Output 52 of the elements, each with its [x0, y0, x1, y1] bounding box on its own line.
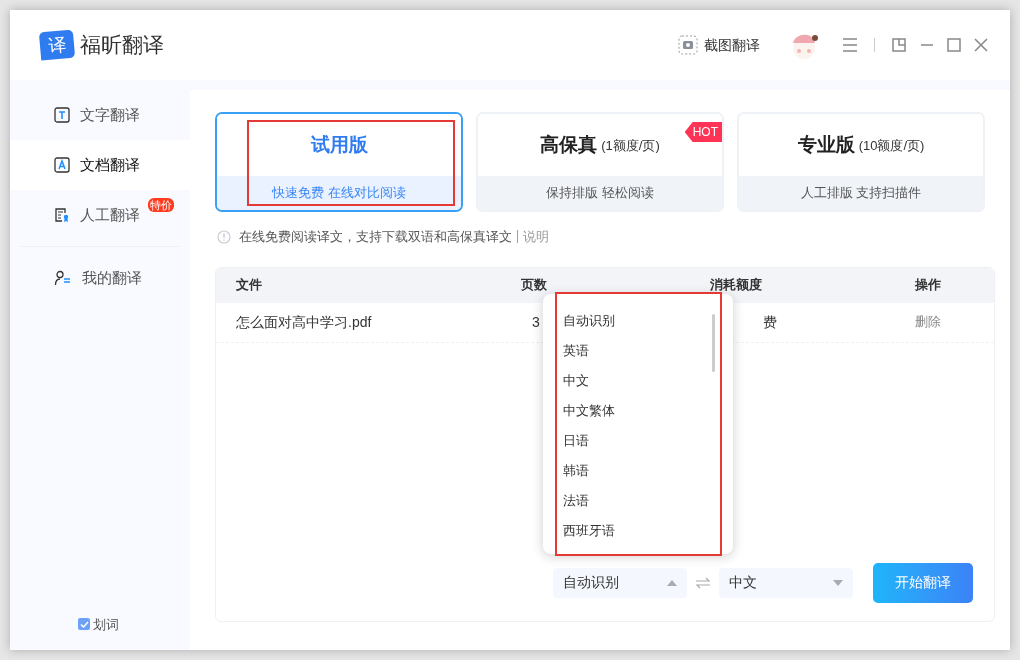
plan-title: 专业版	[797, 132, 855, 157]
plan-card[interactable]: 试用版 快速免费 在线对比阅读	[215, 112, 463, 212]
notice-text: 在线免费阅读译文，支持下载双语和高保真译文	[239, 228, 512, 246]
close-icon[interactable]	[974, 38, 988, 52]
badge: 特价	[148, 198, 174, 212]
pin-window-icon[interactable]	[892, 38, 906, 52]
page-count: 3	[532, 312, 540, 332]
delete-link[interactable]: 删除	[915, 312, 941, 332]
column-header: 消耗额度	[710, 276, 763, 295]
swap-icon[interactable]	[695, 576, 711, 589]
sidebar-item[interactable]: 我的翻译	[10, 253, 190, 303]
language-option[interactable]: 自动识别	[563, 305, 733, 336]
checkbox[interactable]	[78, 618, 90, 631]
column-header: 文件	[235, 276, 263, 295]
language-option[interactable]: 中文	[563, 365, 733, 396]
camera-icon	[678, 35, 698, 55]
target-language-select[interactable]: 中文	[719, 567, 853, 598]
language-option[interactable]: 韩语	[563, 455, 733, 486]
column-header: 操作	[915, 276, 941, 295]
plan-subtitle: 保持排版 轻松阅读	[546, 184, 654, 203]
app-name: 福昕翻译	[80, 32, 164, 59]
cost-cell-text: 费	[763, 312, 777, 332]
plan-card[interactable]: 专业版 (10额度/页) 人工排版 支持扫描件	[737, 112, 985, 212]
sidebar-item[interactable]: 文档翻译	[10, 140, 190, 190]
document-icon	[54, 157, 70, 173]
word-pick-checkbox[interactable]: 划词	[78, 614, 190, 634]
screenshot-translate-button[interactable]: 截图翻译	[678, 34, 760, 56]
certificate-icon	[54, 207, 70, 223]
user-icon	[54, 270, 72, 286]
menu-icon[interactable]	[842, 38, 858, 52]
text-icon	[54, 107, 70, 123]
column-header: 页数	[521, 276, 548, 295]
language-option[interactable]: 中文繁体	[563, 395, 733, 426]
language-option[interactable]: 英语	[563, 335, 733, 366]
plan-price: (10额度/页)	[858, 137, 925, 156]
scrollbar[interactable]	[712, 313, 715, 372]
sidebar-item[interactable]: 文字翻译	[10, 90, 190, 140]
maximize-icon[interactable]	[947, 38, 961, 52]
source-language-select[interactable]: 自动识别	[553, 567, 687, 598]
language-option[interactable]: 日语	[563, 425, 733, 456]
language-option[interactable]: 法语	[563, 485, 733, 516]
logo: 译	[38, 29, 76, 61]
plan-card[interactable]: 高保真 (1额度/页) 保持排版 轻松阅读 HOT	[476, 112, 724, 212]
plan-subtitle: 人工排版 支持扫描件	[800, 184, 922, 203]
plan-price: (1额度/页)	[601, 137, 660, 156]
plan-subtitle: 快速免费 在线对比阅读	[272, 184, 406, 203]
language-option[interactable]: 西班牙语	[563, 515, 733, 546]
plan-title: 试用版	[310, 132, 368, 157]
plan-title: 高保真	[540, 132, 598, 157]
sidebar-item[interactable]: 人工翻译 特价	[10, 190, 190, 240]
info-icon	[217, 229, 231, 244]
file-name: 怎么面对高中学习.pdf	[235, 312, 373, 332]
